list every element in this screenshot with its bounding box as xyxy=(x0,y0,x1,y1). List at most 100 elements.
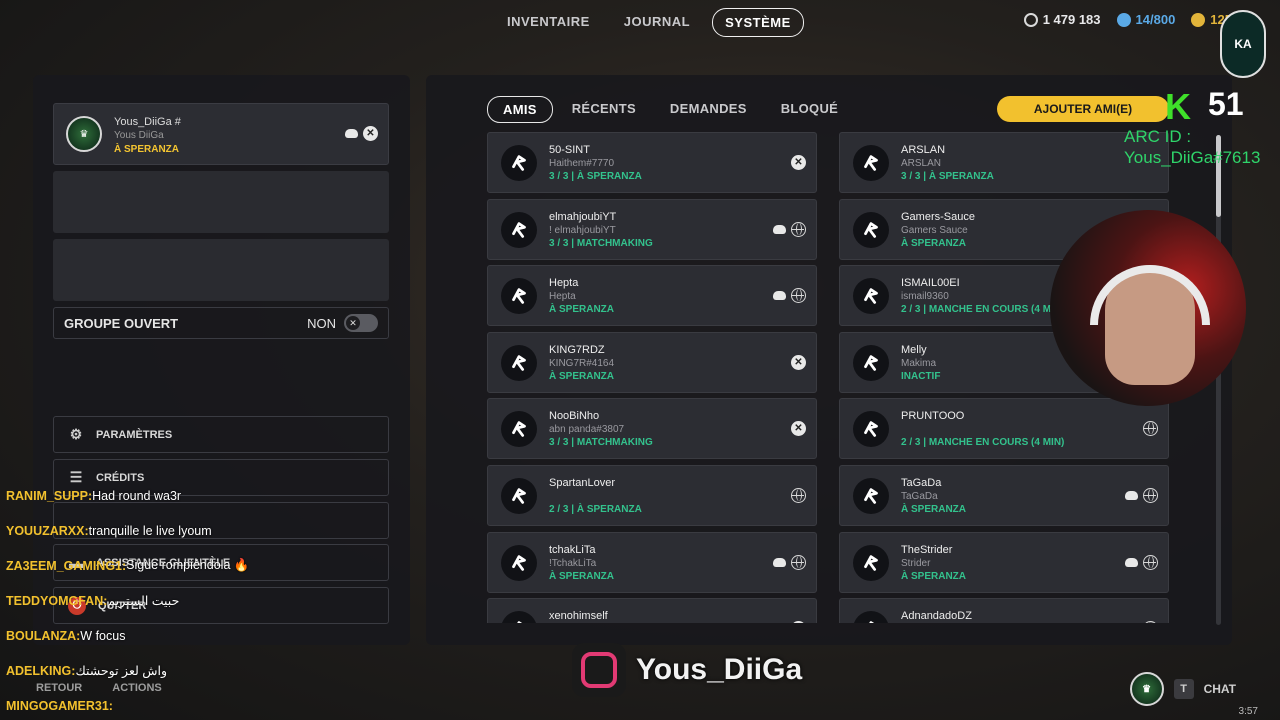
arc-id-label: ARC ID : xyxy=(1124,127,1192,146)
friend-card[interactable]: NooBiNho abn panda#3807 3 / 3 | MATCHMAKIN… xyxy=(487,398,817,460)
chat-text: Sigue rompiéndola 🔥 xyxy=(126,558,250,572)
friend-name: elmahjoubiYT xyxy=(549,210,617,223)
token-icon xyxy=(1116,12,1131,27)
friend-card[interactable]: Hepta Hepta À SPERANZA xyxy=(487,265,817,327)
friend-card[interactable]: PRUNTOOO 2 / 3 | MANCHE EN COURS (4 MIN) xyxy=(839,398,1169,460)
friends-tabs: AMIS RÉCENTS DEMANDES BLOQUÉ xyxy=(487,96,853,123)
chat-key: T xyxy=(1173,679,1194,699)
friend-status: 2 / 3 | MANCHE EN COURS (4 MIN xyxy=(901,304,1062,316)
game-logo-icon xyxy=(853,544,889,581)
friend-card[interactable]: KING7RDZ KING7R#4164 À SPERANZA ✕ xyxy=(487,331,817,393)
chat-message: BOULANZA: W focus xyxy=(6,618,249,653)
friend-platforms xyxy=(1143,621,1158,623)
friend-platforms: ✕ xyxy=(791,621,806,623)
profile-status: À SPERANZA xyxy=(114,144,180,155)
headphones xyxy=(1090,265,1210,325)
friend-platforms: ✕ xyxy=(791,354,806,370)
friend-name: TheStrider xyxy=(901,543,953,556)
globe-icon xyxy=(791,488,806,503)
friend-platforms xyxy=(772,554,806,570)
tab-recents[interactable]: RÉCENTS xyxy=(557,96,651,123)
tab-demandes[interactable]: DEMANDES xyxy=(655,96,762,123)
xbox-icon: ✕ xyxy=(363,126,378,141)
game-logo-icon xyxy=(501,344,537,381)
friend-card[interactable]: 50-SINT Haithem#7770 3 / 3 | À SPERANZA ✕ xyxy=(487,132,817,193)
globe-icon xyxy=(791,288,806,304)
chat-username: ADELKING: xyxy=(6,663,76,678)
premium-coin-icon xyxy=(1191,12,1206,27)
token-value: 14/800 xyxy=(1135,12,1176,27)
tab-systeme[interactable]: SYSTÈME xyxy=(712,8,804,37)
bottom-right-bar: ♛ T CHAT xyxy=(1129,672,1236,706)
friend-card[interactable]: ARSLAN ARSLAN 3 / 3 | À SPERANZA xyxy=(839,132,1169,193)
friend-name: AdnandadoDZ xyxy=(901,610,972,623)
xbox-icon: ✕ xyxy=(791,354,806,370)
tab-inventaire[interactable]: INVENTAIRE xyxy=(495,8,602,37)
instagram-handle: Yous_DiiGa xyxy=(636,653,803,686)
friend-name: Melly xyxy=(901,343,927,356)
game-logo-icon xyxy=(501,145,537,181)
friend-tag: KING7R#4164 xyxy=(549,357,615,369)
friend-tag: Hepta xyxy=(549,291,576,303)
currency-bar: 1 479 183 14/800 125 xyxy=(1023,12,1232,27)
profile-platforms: ✕ xyxy=(344,126,378,141)
back-hint[interactable]: RETOUR xyxy=(36,682,82,694)
friend-status: 2 / 3 | MANCHE EN COURS (4 MIN) xyxy=(901,437,1065,449)
discord-icon xyxy=(772,222,787,237)
open-group-label: GROUPE OUVERT xyxy=(64,315,179,331)
game-logo-icon xyxy=(501,478,537,514)
friend-status: À SPERANZA xyxy=(549,570,615,582)
clock: 3:57 xyxy=(1238,706,1258,717)
friend-card[interactable]: xenohimself ✕ xyxy=(487,598,817,623)
globe-icon xyxy=(1143,421,1158,437)
chat-button[interactable]: CHAT xyxy=(1204,682,1236,696)
empty-party-slot[interactable] xyxy=(53,239,389,301)
instagram-icon xyxy=(572,643,626,697)
discord-icon xyxy=(1124,488,1139,503)
instagram-overlay: Yous_DiiGa xyxy=(572,643,802,697)
friend-card[interactable]: TheStrider Strider À SPERANZA xyxy=(839,531,1169,593)
friend-card[interactable]: tchakLiTa !TchakLiTa À SPERANZA xyxy=(487,531,817,593)
actions-hint[interactable]: ACTIONS xyxy=(112,682,162,694)
friend-card[interactable]: AdnandadoDZ xyxy=(839,598,1169,623)
game-logo-icon xyxy=(853,344,889,381)
friend-name: 50-SINT xyxy=(549,144,590,156)
game-logo-icon xyxy=(853,611,889,623)
chat-username: BOULANZA: xyxy=(6,628,81,643)
coin-value: 1 479 183 xyxy=(1042,12,1101,27)
friend-tag: TaGaDa xyxy=(901,491,938,502)
avatar: ♛ xyxy=(1129,672,1164,706)
friend-card[interactable]: elmahjoubiYT! elmahjoubiYT 3 / 3 | MATCHM… xyxy=(487,198,817,260)
chat-username: TEDDYOMGFAN: xyxy=(6,593,108,608)
empty-party-slot[interactable] xyxy=(53,171,389,233)
game-logo-icon xyxy=(501,411,537,448)
profile-name: Yous_DiiGa # xyxy=(114,116,181,128)
settings-button[interactable]: ⚙ PARAMÈTRES xyxy=(53,416,389,453)
friend-name: TaGaDa xyxy=(901,477,942,489)
chat-text: tranquille le live lyoum xyxy=(88,523,212,538)
friend-platforms xyxy=(791,488,806,503)
friend-card[interactable]: SpartanLover 2 / 3 | À SPERANZA xyxy=(487,465,817,526)
globe-icon xyxy=(1143,554,1158,570)
profile-subname: Yous DiiGa xyxy=(114,130,164,141)
tab-bloque[interactable]: BLOQUÉ xyxy=(766,96,853,123)
friend-tag: !TchakLiTa xyxy=(549,557,597,569)
open-group-setting[interactable]: GROUPE OUVERT NON xyxy=(53,307,389,339)
friend-name: Hepta xyxy=(549,277,579,290)
tab-journal[interactable]: JOURNAL xyxy=(612,8,702,37)
game-logo-icon xyxy=(501,211,537,248)
game-logo-icon xyxy=(501,544,537,581)
tab-amis[interactable]: AMIS xyxy=(487,96,553,123)
add-friend-button[interactable]: AJOUTER AMI(E) xyxy=(997,96,1169,122)
friend-card[interactable]: TaGaDa TaGaDa À SPERANZA xyxy=(839,465,1169,526)
friend-tag: ismail9360 xyxy=(901,291,949,303)
friend-status: À SPERANZA xyxy=(549,370,615,382)
open-group-toggle[interactable] xyxy=(344,314,378,332)
chat-username: RANIM_SUPP: xyxy=(6,488,93,503)
friend-status: 3 / 3 | MATCHMAKING xyxy=(549,437,653,449)
chat-text: W focus xyxy=(80,628,126,643)
friends-scrollbar[interactable] xyxy=(1216,135,1221,625)
open-group-value: NON xyxy=(307,315,336,331)
profile-card[interactable]: ♛ Yous_DiiGa # Yous DiiGa À SPERANZA ✕ xyxy=(53,103,389,165)
settings-label: PARAMÈTRES xyxy=(96,428,173,441)
